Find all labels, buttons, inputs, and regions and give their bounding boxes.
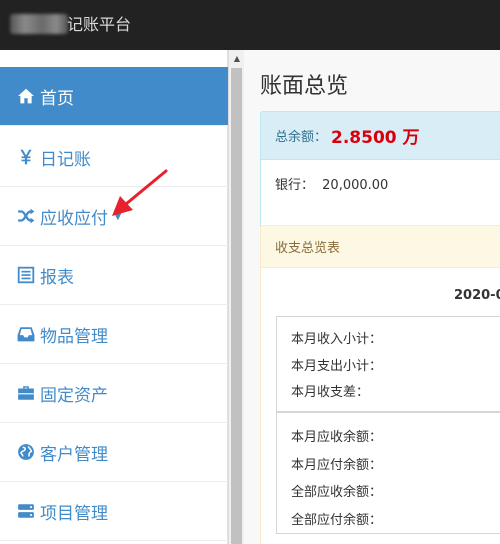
- total-balance-label: 总余额：: [275, 130, 328, 145]
- sidebar: 首页 日记账 应收应付 ▼ 报表 物品管理 固定资产 客户管理 项目管理: [0, 50, 228, 544]
- yen-icon: [16, 147, 36, 167]
- inbox-icon: [16, 324, 36, 344]
- month-difference-label: 本月收支差：: [291, 385, 370, 400]
- month-expense-label: 本月支出小计：: [291, 359, 383, 374]
- total-receivable-label: 全部应收余额：: [291, 485, 383, 500]
- sidebar-item-label: 项目管理: [40, 503, 108, 524]
- server-icon: [16, 501, 36, 521]
- briefcase-icon: [16, 383, 36, 403]
- sidebar-item-label: 应收应付: [40, 208, 108, 229]
- page-title: 账面总览: [260, 74, 349, 99]
- sidebar-item-label: 日记账: [40, 149, 91, 170]
- total-payable-label: 全部应付余额：: [291, 513, 383, 528]
- bank-row: 银行： 20,000.00: [275, 174, 388, 193]
- month-receivable-label: 本月应收余额：: [291, 430, 383, 445]
- month-income-label: 本月收入小计：: [291, 332, 383, 347]
- sidebar-item-label: 固定资产: [40, 385, 108, 406]
- sidebar-item-label: 报表: [40, 267, 74, 288]
- main-content: 账面总览 总余额： 2.8500 万 银行： 20,000.00 收支总览表 2…: [244, 50, 500, 544]
- shuffle-icon: [16, 206, 36, 226]
- month-payable-label: 本月应付余额：: [291, 458, 383, 473]
- sidebar-item-reports[interactable]: 报表: [0, 246, 228, 305]
- sidebar-item-label: 首页: [40, 88, 74, 109]
- sidebar-item-journal[interactable]: 日记账: [0, 128, 228, 187]
- sidebar-item-projects[interactable]: 项目管理: [0, 482, 228, 541]
- bank-value: 20,000.00: [322, 178, 389, 193]
- sidebar-item-fixed-assets[interactable]: 固定资产: [0, 364, 228, 423]
- top-navbar: 记账平台: [0, 0, 500, 50]
- total-balance-value: 2.8500 万: [331, 128, 420, 148]
- bank-label: 银行：: [275, 178, 315, 193]
- sidebar-item-home[interactable]: 首页: [0, 67, 228, 126]
- sidebar-item-label: 客户管理: [40, 444, 108, 465]
- period-header: 2020-05: [454, 288, 500, 303]
- blurred-brand-logo: [10, 14, 68, 34]
- app-title[interactable]: 记账平台: [67, 14, 131, 36]
- globe-icon: [16, 442, 36, 462]
- balance-header: 总余额： 2.8500 万: [261, 112, 500, 160]
- summary-title: 收支总览表: [261, 226, 500, 268]
- scroll-thumb[interactable]: [231, 68, 242, 544]
- list-icon: [16, 265, 36, 285]
- sidebar-item-receivables-payables[interactable]: 应收应付 ▼: [0, 187, 228, 246]
- caret-down-icon: ▼: [114, 210, 122, 222]
- balance-group: 本月应收余额： 本月应付余额： 全部应收余额： 全部应付余额：: [276, 412, 500, 534]
- home-icon: [16, 86, 36, 106]
- summary-panel: 收支总览表 2020-05 本月收入小计： 本月支出小计： 本月收支差： 本月应…: [260, 225, 500, 544]
- sidebar-item-label: 物品管理: [40, 326, 108, 347]
- scroll-up-arrow-icon[interactable]: ▲: [229, 50, 245, 66]
- sidebar-item-customers[interactable]: 客户管理: [0, 423, 228, 482]
- sidebar-item-items[interactable]: 物品管理: [0, 305, 228, 364]
- sidebar-scrollbar[interactable]: ▲: [228, 50, 244, 544]
- income-expense-group: 本月收入小计： 本月支出小计： 本月收支差：: [276, 316, 500, 412]
